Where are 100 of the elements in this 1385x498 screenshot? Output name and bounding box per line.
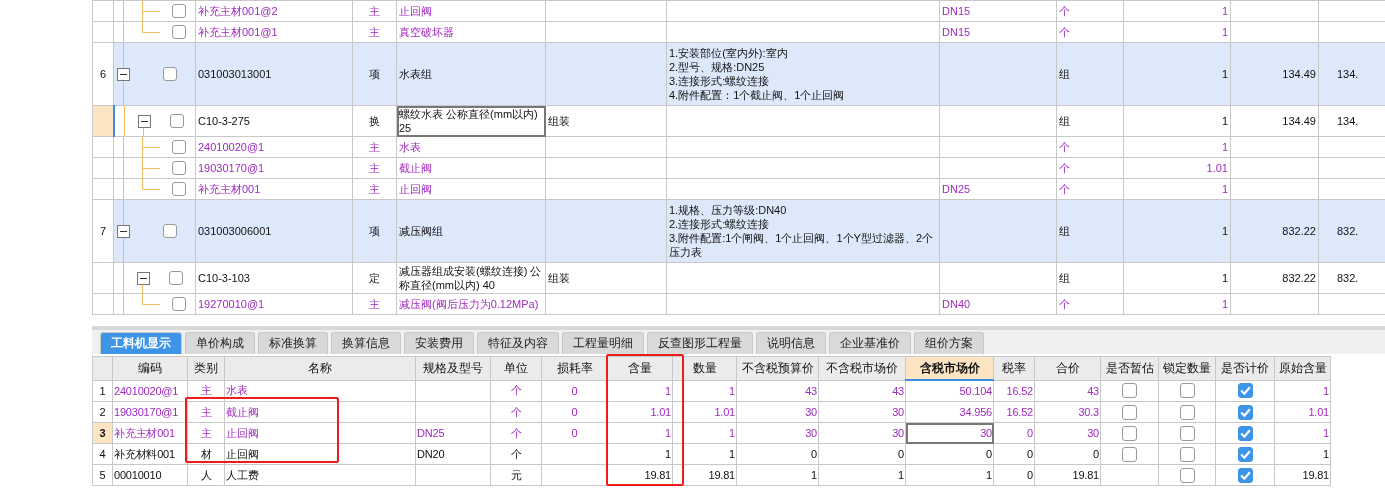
row-checkbox[interactable] <box>172 140 186 154</box>
checkbox[interactable] <box>1237 467 1253 483</box>
row-checkbox[interactable] <box>172 161 186 175</box>
unit-text: 个 <box>510 447 522 460</box>
collapse-icon[interactable] <box>117 225 130 238</box>
number-text: 30 <box>805 406 817 418</box>
checkbox[interactable] <box>1237 446 1253 462</box>
name-text: 减压阀(阀后压力为0.12MPa) <box>399 297 540 311</box>
category-text: 主 <box>200 426 212 439</box>
column-header[interactable]: 编码 <box>112 356 188 380</box>
quantity-text: 1 <box>1221 298 1228 310</box>
spec-text: DN20 <box>417 448 445 460</box>
number-text: 30 <box>892 427 904 439</box>
checkbox[interactable] <box>1179 404 1195 420</box>
code-text: 19270010@1 <box>198 298 265 310</box>
number-text: 16.52 <box>1006 384 1033 397</box>
checkbox[interactable] <box>1179 425 1195 441</box>
work-text: 组装 <box>548 271 570 284</box>
name-text: 止回阀 <box>399 182 433 196</box>
column-header[interactable]: 名称 <box>224 356 416 380</box>
checkbox[interactable] <box>1179 446 1195 462</box>
total-text: 832. <box>1337 272 1359 284</box>
column-header[interactable]: 税率 <box>993 356 1035 380</box>
checkbox[interactable] <box>1122 383 1137 399</box>
row-checkbox[interactable] <box>169 114 184 128</box>
column-header[interactable]: 损耗率 <box>541 356 608 380</box>
row-checkbox[interactable] <box>172 297 186 311</box>
number-text: 1 <box>811 469 817 481</box>
code-text: 031003006001 <box>198 225 272 237</box>
row-checkbox[interactable] <box>172 182 186 196</box>
number-text: 1 <box>729 384 735 397</box>
column-header[interactable]: 不含税市场价 <box>818 356 906 380</box>
tab[interactable]: 工程量明细 <box>562 332 644 354</box>
checkbox[interactable] <box>1122 446 1137 462</box>
row-checkbox[interactable] <box>172 25 186 39</box>
checkbox[interactable] <box>1237 404 1253 420</box>
unit-text: 组 <box>1059 224 1070 237</box>
number-text: 43 <box>1087 384 1099 397</box>
tab[interactable]: 安装费用 <box>404 332 474 354</box>
loss-rate-text: 0 <box>571 427 578 439</box>
type-text: 项 <box>369 224 380 237</box>
loss-rate-text: 0 <box>571 406 578 418</box>
name-text: 水表 <box>399 140 422 154</box>
type-text: 主 <box>369 25 380 38</box>
tab[interactable]: 特征及内容 <box>477 332 559 354</box>
collapse-icon[interactable] <box>137 272 150 285</box>
checkbox[interactable] <box>1179 383 1195 399</box>
unit-text: 个 <box>510 384 522 397</box>
category-text: 主 <box>200 405 212 418</box>
column-header[interactable]: 规格及型号 <box>415 356 491 380</box>
tab[interactable]: 企业基准价 <box>829 332 911 354</box>
column-header[interactable]: 含量 <box>607 356 673 380</box>
quantity-text: 1 <box>1221 225 1228 237</box>
number-text: 0 <box>811 448 817 460</box>
tab[interactable]: 组价方案 <box>914 332 984 354</box>
column-header[interactable]: 合价 <box>1034 356 1101 380</box>
name-text: 人工费 <box>226 468 259 481</box>
column-header[interactable]: 数量 <box>672 356 737 380</box>
tab[interactable]: 单价构成 <box>185 332 255 354</box>
row-number: 4 <box>92 443 113 465</box>
collapse-icon[interactable] <box>117 68 130 81</box>
number-text: 1 <box>665 384 671 397</box>
row-checkbox[interactable] <box>169 271 183 285</box>
collapse-icon[interactable] <box>137 115 151 128</box>
row-checkbox[interactable] <box>163 67 177 81</box>
column-header[interactable]: 不含税预算价 <box>736 356 819 380</box>
number-text: 1 <box>729 448 735 460</box>
checkbox[interactable] <box>1122 404 1137 420</box>
tab[interactable]: 换算信息 <box>331 332 401 354</box>
total-text: 134. <box>1337 115 1359 127</box>
column-header[interactable]: 类别 <box>187 356 225 380</box>
column-header[interactable]: 单位 <box>490 356 542 380</box>
number-text: 30 <box>980 427 992 439</box>
type-text: 换 <box>369 114 380 127</box>
number-text: 1 <box>898 469 904 481</box>
tab[interactable]: 说明信息 <box>756 332 826 354</box>
tab[interactable]: 标准换算 <box>258 332 328 354</box>
checkbox[interactable] <box>1237 425 1253 441</box>
column-header[interactable]: 是否暂估 <box>1100 356 1159 380</box>
column-header[interactable]: 锁定数量 <box>1158 356 1216 380</box>
row-checkbox[interactable] <box>172 4 186 18</box>
unit-text: 个 <box>1059 140 1070 153</box>
checkbox[interactable] <box>1237 383 1253 399</box>
name-text: 止回阀 <box>226 447 259 460</box>
column-header[interactable]: 原始含量 <box>1274 356 1331 380</box>
column-header[interactable]: 含税市场价 <box>905 356 994 380</box>
unit-text: 个 <box>1059 161 1070 174</box>
name-text: 止回阀 <box>399 4 433 18</box>
number-text: 0 <box>1027 469 1033 481</box>
tab[interactable]: 反查图形工程量 <box>647 332 753 354</box>
column-header[interactable]: 是否计价 <box>1215 356 1275 380</box>
number-text: 19.81 <box>1302 469 1329 481</box>
checkbox[interactable] <box>1122 425 1137 441</box>
category-text: 材 <box>200 447 212 460</box>
checkbox[interactable] <box>1179 467 1195 483</box>
price-text: 134.49 <box>1282 115 1316 127</box>
number-text: 1 <box>665 427 671 439</box>
name-text: 减压阀组 <box>399 224 444 238</box>
code-text: C10-3-103 <box>198 272 250 284</box>
row-checkbox[interactable] <box>163 224 177 238</box>
